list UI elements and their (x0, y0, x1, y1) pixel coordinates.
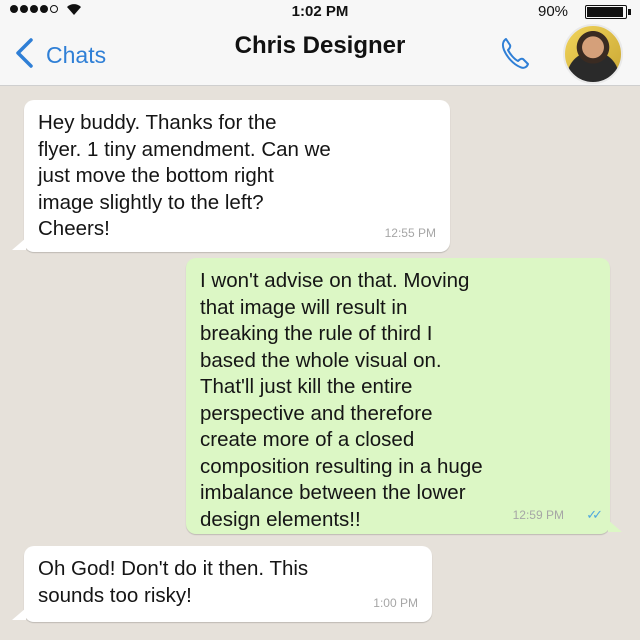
message-bubble-incoming[interactable]: Hey buddy. Thanks for the flyer. 1 tiny … (24, 100, 450, 252)
battery-icon (585, 5, 631, 19)
message-timestamp: 12:59 PM (512, 507, 564, 522)
battery-level-fill (587, 7, 623, 17)
read-receipt-icon: ✓✓ (586, 506, 603, 522)
status-bar: 1:02 PM 90% (0, 0, 640, 22)
battery-percentage: 90% (538, 3, 569, 20)
message-text: I won't advise on that. Moving that imag… (200, 269, 483, 531)
contact-avatar[interactable] (563, 24, 623, 84)
message-timestamp: 12:55 PM (384, 225, 436, 240)
bubble-tail (12, 608, 26, 620)
message-timestamp: 1:00 PM (373, 595, 418, 610)
phone-icon[interactable] (500, 36, 530, 75)
bubble-tail (12, 238, 26, 250)
message-bubble-outgoing[interactable]: I won't advise on that. Moving that imag… (186, 258, 610, 534)
message-bubble-incoming[interactable]: Oh God! Don't do it then. This sounds to… (24, 546, 432, 622)
conversation-header: Chats Chris Designer (0, 22, 640, 86)
bubble-tail (608, 520, 622, 532)
message-list: Hey buddy. Thanks for the flyer. 1 tiny … (0, 86, 640, 640)
contact-name[interactable]: Chris Designer (0, 32, 640, 60)
message-text: Oh God! Don't do it then. This sounds to… (38, 557, 309, 607)
message-text: Hey buddy. Thanks for the flyer. 1 tiny … (38, 111, 331, 240)
